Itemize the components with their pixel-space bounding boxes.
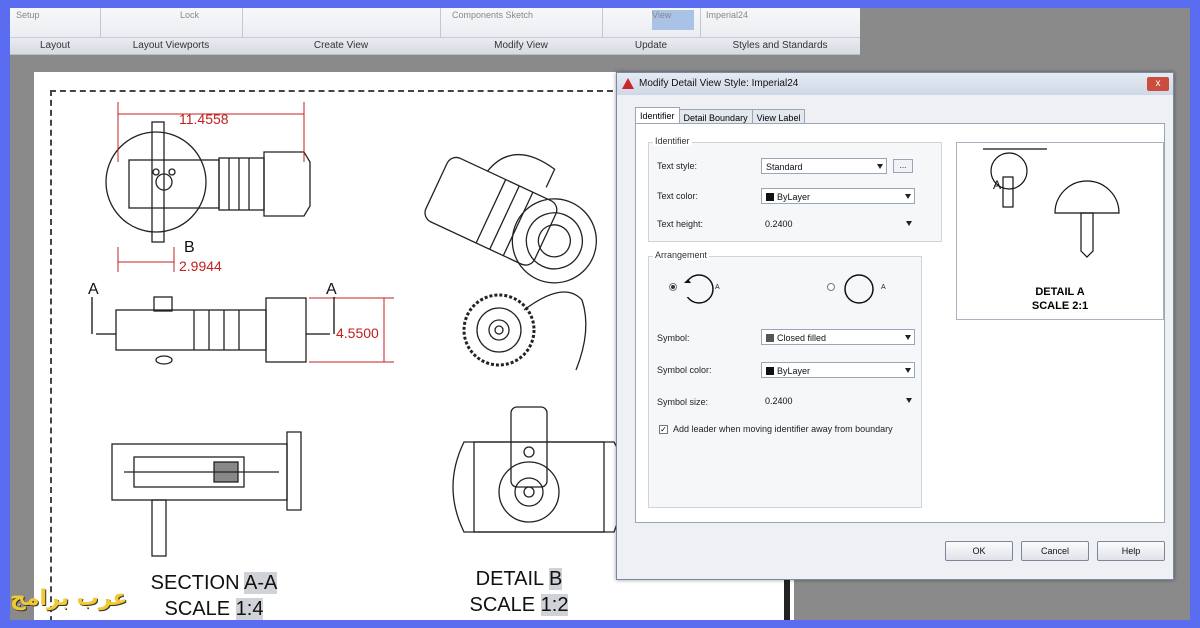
color-swatch-icon [766,193,774,201]
symbol-color-label: Symbol color: [657,365,712,375]
panel-styles-and-standards[interactable]: Imperial24 Styles and Standards [700,8,860,54]
section-caption-scale: 1:4 [235,598,264,620]
panel-styles-label: Styles and Standards [700,37,860,54]
symbol-size-label: Symbol size: [657,397,709,407]
chevron-down-icon [905,194,911,199]
panel-update-label: Update [602,37,700,54]
symbol-color-value: ByLayer [777,366,811,376]
arrangement-group: Arrangement A A Symbol: Closed filled Sy… [648,250,922,508]
handle-shape [151,121,165,243]
detail-caption-id: B [549,568,563,590]
dim-small: 2.9944 [179,258,222,274]
symbol-size-field[interactable]: 0.2400 [761,393,915,409]
text-height-field[interactable]: 0.2400 [761,216,915,232]
panel-layout-tools[interactable]: Setup [16,10,94,30]
text-height-label: Text height: [657,219,704,229]
chevron-down-icon [906,398,912,403]
symbol-value: Closed filled [777,333,827,343]
help-button[interactable]: Help [1097,541,1165,561]
symbol-color-dropdown[interactable]: ByLayer [761,362,915,378]
dialog-title: Modify Detail View Style: Imperial24 [639,78,799,89]
cancel-button[interactable]: Cancel [1021,541,1089,561]
dim-height: 4.5500 [336,325,379,341]
preview-caption-title: DETAIL A [1035,286,1085,298]
site-watermark: عرب برامج [10,586,128,611]
detail-label-b: B [184,239,195,256]
text-style-dropdown[interactable]: Standard [761,158,887,174]
panel-modify-view-label: Modify View [440,37,602,54]
panel-create-view-label: Create View [242,37,440,54]
panel-modify-view-tools[interactable]: Components Sketch [452,10,596,30]
text-style-value: Standard [766,162,803,172]
style-selector[interactable]: Imperial24 [706,10,854,30]
panel-layout[interactable]: Setup Layout [10,8,101,54]
detail-caption-scale: 1:2 [540,594,569,616]
detail-caption: DETAIL B SCALE 1:2 [444,566,594,618]
section-caption-title: SECTION [150,572,244,594]
panel-layout-viewports-label: Layout Viewports [100,37,242,54]
autocad-window: Setup Layout Lock Layout Viewports Creat… [10,8,1190,620]
symbol-label: Symbol: [657,333,690,343]
section-caption-scale-label: SCALE [164,598,236,620]
ribbon-empty-area [860,8,1190,54]
arrangement-radio-outside[interactable] [669,283,677,291]
arrangement-radio-inside[interactable] [827,283,835,291]
identifier-tab-pane: Identifier Text style: Standard ... Text… [635,123,1165,523]
chevron-down-icon [905,335,911,340]
panel-layout-viewports[interactable]: Lock Layout Viewports [100,8,243,54]
ribbon: Setup Layout Lock Layout Viewports Creat… [10,8,860,55]
arrangement-group-title: Arrangement [653,250,710,260]
panel-update[interactable]: View Update [602,8,701,54]
panel-create-view-tools[interactable] [248,10,434,30]
section-label-a-left: A [88,281,99,298]
autocad-app-icon [622,78,634,89]
panel-modify-view[interactable]: Components Sketch Modify View [440,8,603,54]
preview-caption: DETAIL A SCALE 2:1 [957,285,1163,313]
panel-layout-label: Layout [10,37,100,54]
identifier-group: Identifier Text style: Standard ... Text… [648,136,942,242]
dialog-titlebar[interactable]: Modify Detail View Style: Imperial24 x [617,73,1173,95]
text-color-label: Text color: [657,191,699,201]
add-leader-label: Add leader when moving identifier away f… [673,424,893,434]
arrangement-inside-icon [844,274,874,304]
chevron-down-icon [906,221,912,226]
section-caption: SECTION A-A SCALE 1:4 [114,570,314,620]
arrangement-a-letter-2: A [881,284,886,291]
style-preview: A DETAIL A SCALE 2:1 [956,142,1164,320]
section-label-a-right: A [326,281,337,298]
ok-button[interactable]: OK [945,541,1013,561]
identifier-group-title: Identifier [653,136,692,146]
section-caption-id: A-A [244,572,278,594]
panel-create-view[interactable]: Create View [242,8,441,54]
dim-top-width: 11.4558 [179,111,229,127]
text-style-label: Text style: [657,161,698,171]
arrangement-a-letter: A [715,284,720,291]
modify-detail-view-style-dialog: Modify Detail View Style: Imperial24 x I… [616,72,1174,580]
lock-button[interactable]: Lock [180,10,236,30]
update-view-button[interactable]: View [652,10,694,30]
close-button[interactable]: x [1147,77,1169,91]
color-swatch-icon [766,367,774,375]
text-color-value: ByLayer [777,192,811,202]
chevron-down-icon [905,368,911,373]
preview-caption-scale: SCALE 2:1 [1031,300,1089,312]
symbol-dropdown[interactable]: Closed filled [761,329,915,345]
add-leader-checkbox[interactable]: ✓ [659,425,668,434]
detail-caption-scale-label: SCALE [469,594,541,616]
symbol-size-value: 0.2400 [765,396,793,406]
chevron-down-icon [877,164,883,169]
dialog-tabs: Identifier Detail Boundary View Label [635,107,806,126]
detail-caption-title: DETAIL [475,568,549,590]
preview-identifier-letter: A [993,178,1001,192]
text-color-dropdown[interactable]: ByLayer [761,188,915,204]
text-style-browse-button[interactable]: ... [893,159,913,173]
text-height-value: 0.2400 [765,219,793,229]
closed-filled-arrow-icon [766,334,774,342]
